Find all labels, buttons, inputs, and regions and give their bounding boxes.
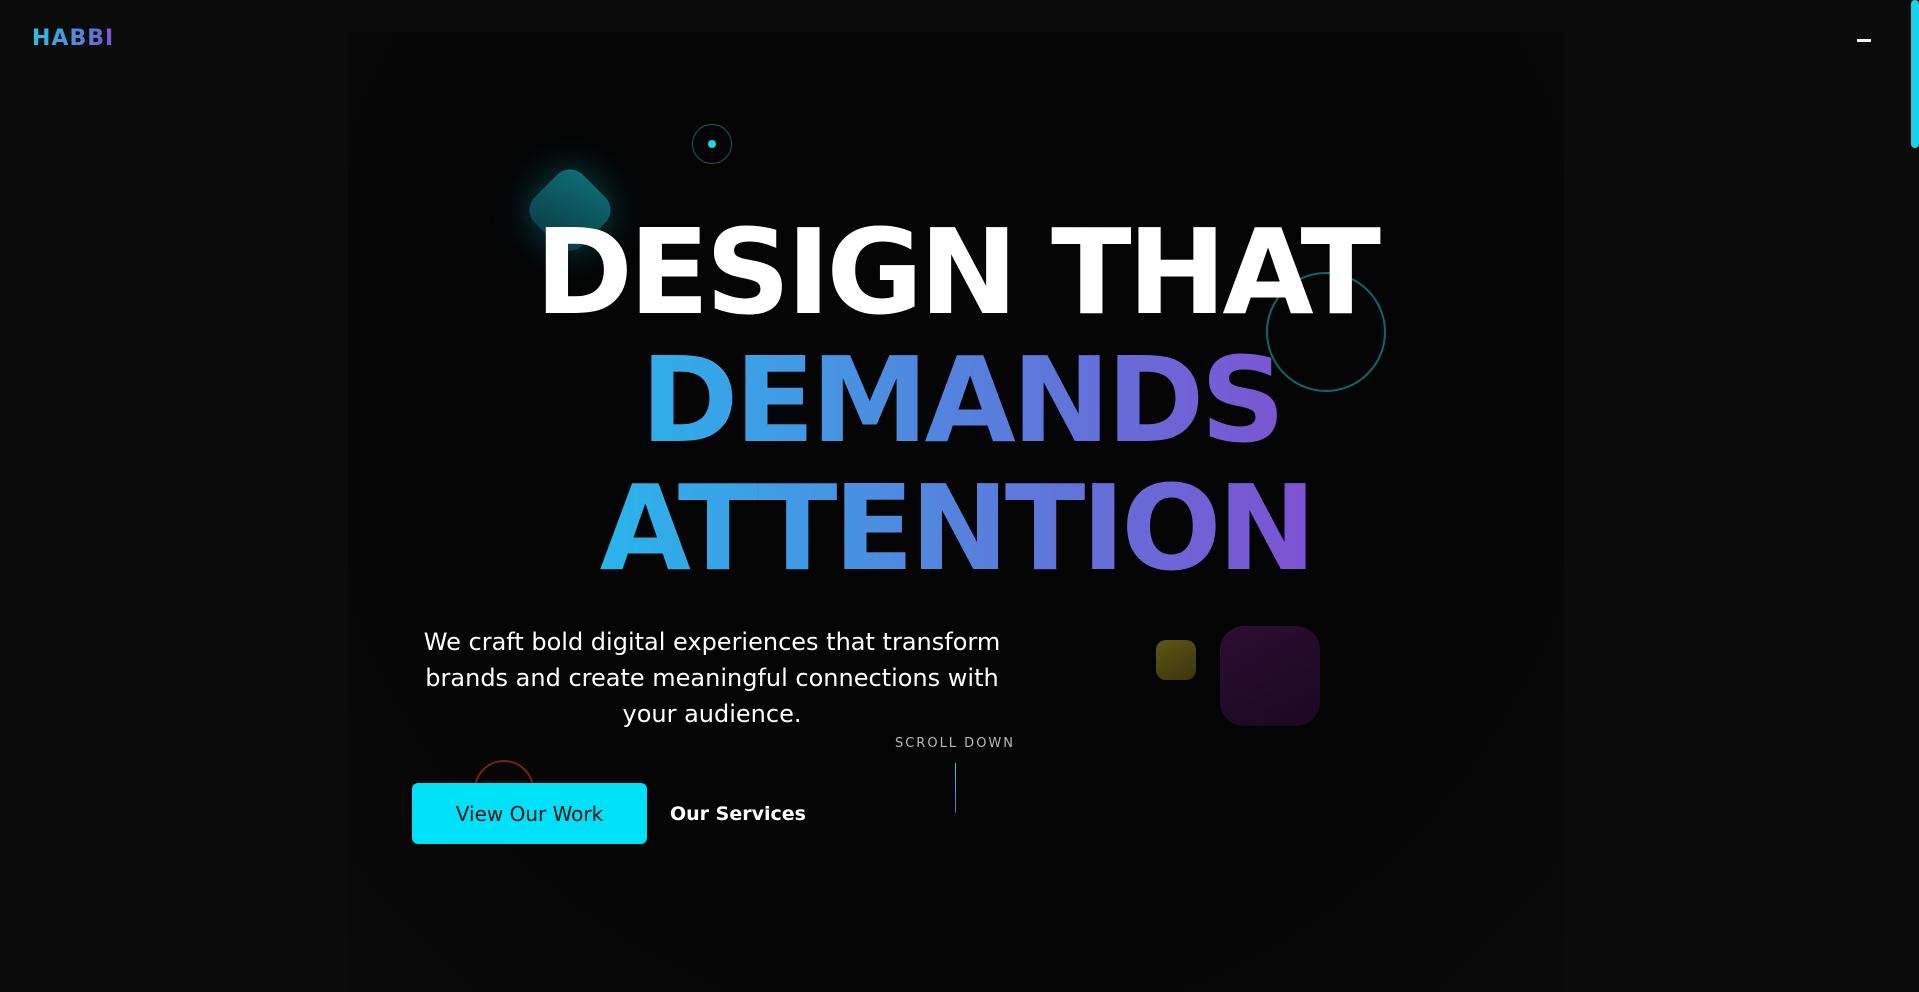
scrollbar-track[interactable] <box>1911 0 1919 992</box>
view-our-work-button[interactable]: View Our Work <box>412 783 647 844</box>
decorative-dot <box>708 140 716 148</box>
scroll-down-line <box>954 763 956 813</box>
decorative-dot-ring <box>692 124 732 164</box>
headline-line-3: ATTENTION <box>348 464 1564 592</box>
hero-headline: DESIGN THAT DEMANDS ATTENTION <box>348 208 1564 592</box>
hamburger-icon <box>1857 39 1871 42</box>
scrollbar-thumb[interactable] <box>1911 0 1919 148</box>
page: HABBI DESIGN THAT DEMANDS ATTENTION We c… <box>0 0 1919 992</box>
logo[interactable]: HABBI <box>32 26 114 51</box>
scroll-down-indicator[interactable]: SCROLL DOWN <box>880 736 1030 813</box>
headline-line-1: DESIGN THAT <box>534 203 1381 341</box>
menu-toggle-button[interactable] <box>1854 34 1876 48</box>
decorative-purple-square <box>1220 626 1320 726</box>
headline-line-2: DEMANDS <box>348 336 1564 464</box>
our-services-button[interactable]: Our Services <box>670 795 806 833</box>
scroll-down-label: SCROLL DOWN <box>894 736 1016 751</box>
hero-subtitle: We craft bold digital experiences that t… <box>423 628 1001 728</box>
decorative-yellow-square <box>1156 640 1196 680</box>
